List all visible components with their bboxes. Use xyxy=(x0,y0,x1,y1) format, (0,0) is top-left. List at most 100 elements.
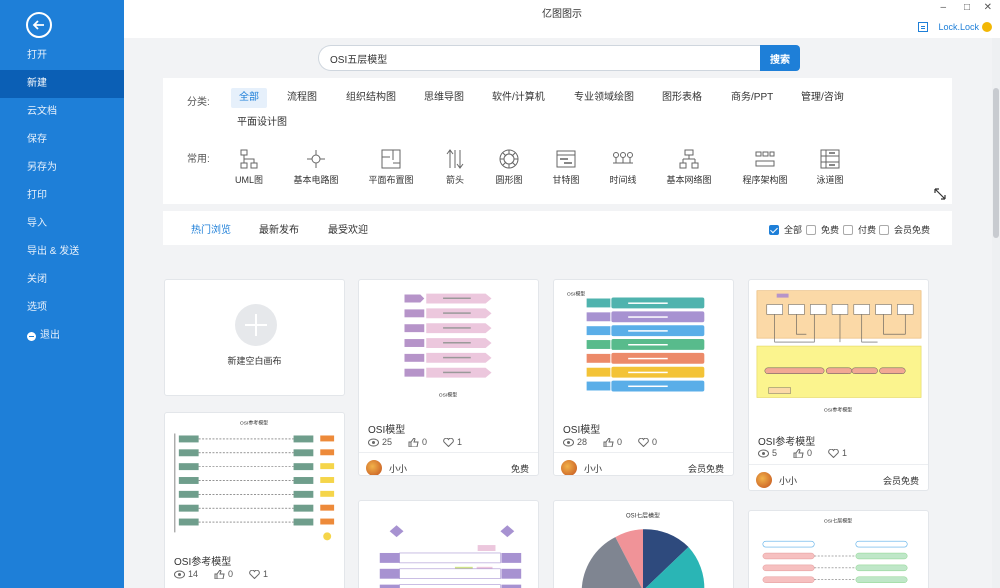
category-graphic-table[interactable]: 图形表格 xyxy=(654,88,710,108)
template-floor-plan[interactable]: 平面布置图 xyxy=(356,148,426,186)
scrollbar-thumb[interactable] xyxy=(993,88,999,238)
template-swimlane[interactable]: 泳道图 xyxy=(795,148,865,186)
sidebar-item-print[interactable]: 打印 xyxy=(0,182,124,210)
thumb-caption: OSI模型 xyxy=(567,291,585,298)
likes-count: 0 xyxy=(807,448,813,458)
checkbox[interactable] xyxy=(769,224,779,235)
category-management[interactable]: 管理/咨询 xyxy=(793,88,852,108)
likes-count: 0 xyxy=(422,437,428,447)
search-button[interactable]: 搜索 xyxy=(760,45,800,71)
gantt-icon xyxy=(555,148,577,170)
template-card[interactable]: OSI模型 OSI模型 25 0 1 小小 免费 xyxy=(358,279,539,476)
checkbox[interactable] xyxy=(843,224,853,235)
category-mindmap[interactable]: 思维导图 xyxy=(416,88,472,108)
template-card[interactable]: OSI模型 OSI模型 28 0 0 小小 会员免费 xyxy=(553,279,734,476)
price-tag: 会员免费 xyxy=(687,464,724,474)
filter-label: 付费 xyxy=(858,225,877,235)
favs-count: 1 xyxy=(842,448,848,458)
template-label: 甘特图 xyxy=(552,175,580,185)
category-professional[interactable]: 专业领域绘图 xyxy=(566,88,642,108)
category-graphic-design[interactable]: 平面设计图 xyxy=(229,113,295,133)
likes-stat: 0 xyxy=(793,448,812,458)
template-card[interactable] xyxy=(358,500,539,588)
sidebar-item-import[interactable]: 导入 xyxy=(0,210,124,238)
views-count: 14 xyxy=(188,569,199,579)
template-label: 时间线 xyxy=(609,175,637,185)
username[interactable]: Lock.Lock xyxy=(938,22,979,32)
category-all[interactable]: 全部 xyxy=(231,88,267,108)
card-footer: 小小 免费 xyxy=(359,452,538,475)
search-input[interactable] xyxy=(318,45,760,71)
template-card[interactable]: OSI参考模型 OSI参考模型 5 0 1 小小 会员免费 xyxy=(748,279,929,491)
timeline-icon xyxy=(612,148,634,170)
filter-member-free-checkbox[interactable]: 会员免费 xyxy=(879,223,930,236)
minimize-icon[interactable]: – xyxy=(940,2,946,13)
sidebar-item-new[interactable]: 新建 xyxy=(0,70,124,98)
checkbox[interactable] xyxy=(879,224,889,235)
template-network[interactable]: 基本网络图 xyxy=(654,148,724,186)
likes-count: 0 xyxy=(617,437,623,447)
favs-stat: 1 xyxy=(249,569,268,579)
views-stat: 5 xyxy=(758,448,777,458)
search-bar: 搜索 xyxy=(318,45,800,71)
template-label: 平面布置图 xyxy=(368,175,414,185)
filter-free-checkbox[interactable]: 免费 xyxy=(806,223,839,236)
template-uml[interactable]: UML图 xyxy=(214,148,284,186)
category-org-chart[interactable]: 组织结构图 xyxy=(338,88,404,108)
template-architecture[interactable]: 程序架构图 xyxy=(730,148,800,186)
filter-paid-checkbox[interactable]: 付费 xyxy=(843,223,876,236)
avatar xyxy=(366,460,382,475)
heart-icon xyxy=(638,437,649,447)
heart-icon xyxy=(249,569,260,579)
thumb-caption: OSI七层模型 xyxy=(626,511,660,519)
author-name: 小小 xyxy=(584,464,603,474)
favs-count: 1 xyxy=(457,437,463,447)
maximize-icon[interactable]: □ xyxy=(964,2,970,13)
favs-count: 0 xyxy=(652,437,658,447)
network-icon xyxy=(678,148,700,170)
filter-all-checkbox[interactable]: 全部 xyxy=(769,223,802,236)
template-timeline[interactable]: 时间线 xyxy=(588,148,658,186)
category-business-ppt[interactable]: 商务/PPT xyxy=(723,88,781,108)
scrollbar[interactable] xyxy=(992,38,1000,588)
user-area[interactable]: Lock.Lock xyxy=(918,22,992,32)
template-label: 程序架构图 xyxy=(742,175,788,185)
template-card[interactable]: OSI七层模型 xyxy=(748,510,929,588)
new-blank-label: 新建空白画布 xyxy=(227,356,282,366)
architecture-icon xyxy=(754,148,776,170)
template-card[interactable]: OSI七层模型 xyxy=(553,500,734,588)
sidebar-item-close[interactable]: 关闭 xyxy=(0,266,124,294)
sidebar-item-export[interactable]: 导出 & 发送 xyxy=(0,238,124,266)
template-card[interactable]: OSI参考模型 OSI参考模型 14 0 1 xyxy=(164,412,345,588)
template-label: UML图 xyxy=(234,175,263,185)
views-count: 5 xyxy=(772,448,778,458)
favs-stat: 0 xyxy=(638,437,657,447)
filter-label: 免费 xyxy=(821,225,840,235)
new-blank-canvas[interactable]: 新建空白画布 xyxy=(164,279,345,396)
tab-hot[interactable]: 热门浏览 xyxy=(191,221,231,236)
heart-icon xyxy=(828,448,839,458)
category-software[interactable]: 软件/计算机 xyxy=(484,88,553,108)
sidebar-item-exit[interactable]: 退出 xyxy=(0,322,124,350)
sidebar-item-options[interactable]: 选项 xyxy=(0,294,124,322)
close-icon[interactable]: ✕ xyxy=(984,2,992,13)
checkbox[interactable] xyxy=(806,224,816,235)
template-label: 泳道图 xyxy=(816,175,844,185)
thumb-up-icon xyxy=(408,437,419,447)
sidebar-item-save[interactable]: 保存 xyxy=(0,126,124,154)
sidebar-item-cloud[interactable]: 云文档 xyxy=(0,98,124,126)
expand-icon[interactable] xyxy=(934,188,946,200)
category-flowchart[interactable]: 流程图 xyxy=(279,88,325,108)
tab-popular[interactable]: 最受欢迎 xyxy=(328,221,368,236)
tab-latest[interactable]: 最新发布 xyxy=(259,221,299,236)
eye-icon xyxy=(174,570,185,578)
back-icon[interactable] xyxy=(26,12,52,38)
message-icon[interactable] xyxy=(918,22,929,32)
card-footer: 小小 会员免费 xyxy=(749,464,928,490)
floor-plan-icon xyxy=(380,148,402,170)
circuit-icon xyxy=(305,148,327,170)
template-circuit[interactable]: 基本电路图 xyxy=(281,148,351,186)
sidebar-item-save-as[interactable]: 另存为 xyxy=(0,154,124,182)
card-stats: 25 0 1 xyxy=(368,437,478,447)
sidebar-item-open[interactable]: 打开 xyxy=(0,42,124,70)
